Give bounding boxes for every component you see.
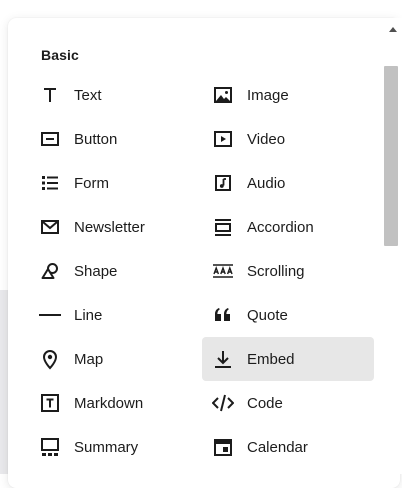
- shape-icon: [39, 260, 61, 282]
- block-item-audio[interactable]: Audio: [202, 161, 374, 205]
- block-item-label: Audio: [247, 174, 286, 192]
- code-icon: [212, 392, 234, 414]
- block-item-label: Form: [74, 174, 109, 192]
- block-item-label: Embed: [247, 350, 295, 368]
- button-icon: [39, 128, 61, 150]
- block-item-label: Button: [74, 130, 118, 148]
- block-item-calendar[interactable]: Calendar: [202, 425, 374, 469]
- video-icon: [212, 128, 234, 150]
- accordion-icon: [212, 216, 234, 238]
- block-item-form[interactable]: Form: [29, 161, 201, 205]
- quote-icon: [212, 304, 234, 326]
- block-item-quote[interactable]: Quote: [202, 293, 374, 337]
- block-item-label: Line: [74, 306, 103, 324]
- form-icon: [39, 172, 61, 194]
- block-item-label: Shape: [74, 262, 118, 280]
- block-item-label: Image: [247, 86, 289, 104]
- newsletter-icon: [39, 216, 61, 238]
- block-item-summary[interactable]: Summary: [29, 425, 201, 469]
- block-item-button[interactable]: Button: [29, 117, 201, 161]
- section-title-basic: Basic: [41, 47, 79, 63]
- block-item-markdown[interactable]: Markdown: [29, 381, 201, 425]
- audio-icon: [212, 172, 234, 194]
- block-item-accordion[interactable]: Accordion: [202, 205, 374, 249]
- image-icon: [212, 84, 234, 106]
- scroll-up-arrow-icon[interactable]: [384, 18, 402, 40]
- block-item-label: Markdown: [74, 394, 144, 412]
- markdown-icon: [39, 392, 61, 414]
- scrollbar-thumb[interactable]: [384, 66, 398, 246]
- embed-icon: [212, 348, 234, 370]
- block-item-label: Map: [74, 350, 104, 368]
- block-item-label: Accordion: [247, 218, 314, 236]
- block-item-map[interactable]: Map: [29, 337, 201, 381]
- block-item-label: Scrolling: [247, 262, 305, 280]
- summary-icon: [39, 436, 61, 458]
- block-item-embed[interactable]: Embed: [202, 337, 374, 381]
- block-item-newsletter[interactable]: Newsletter: [29, 205, 201, 249]
- calendar-icon: [212, 436, 234, 458]
- block-item-code[interactable]: Code: [202, 381, 374, 425]
- block-item-text[interactable]: Text: [29, 73, 201, 117]
- block-picker-panel: Basic Text Image Button Video Form Audio…: [8, 18, 400, 488]
- text-icon: [39, 84, 61, 106]
- block-item-video[interactable]: Video: [202, 117, 374, 161]
- map-pin-icon: [39, 348, 61, 370]
- block-item-label: Text: [74, 86, 102, 104]
- block-item-scrolling[interactable]: Scrolling: [202, 249, 374, 293]
- block-item-label: Summary: [74, 438, 139, 456]
- block-item-image[interactable]: Image: [202, 73, 374, 117]
- block-item-label: Code: [247, 394, 283, 412]
- block-item-line[interactable]: Line: [29, 293, 201, 337]
- line-icon: [39, 304, 61, 326]
- block-item-label: Calendar: [247, 438, 308, 456]
- scrolling-icon: [212, 260, 234, 282]
- block-item-label: Newsletter: [74, 218, 145, 236]
- block-item-label: Quote: [247, 306, 288, 324]
- block-item-shape[interactable]: Shape: [29, 249, 201, 293]
- block-item-label: Video: [247, 130, 286, 148]
